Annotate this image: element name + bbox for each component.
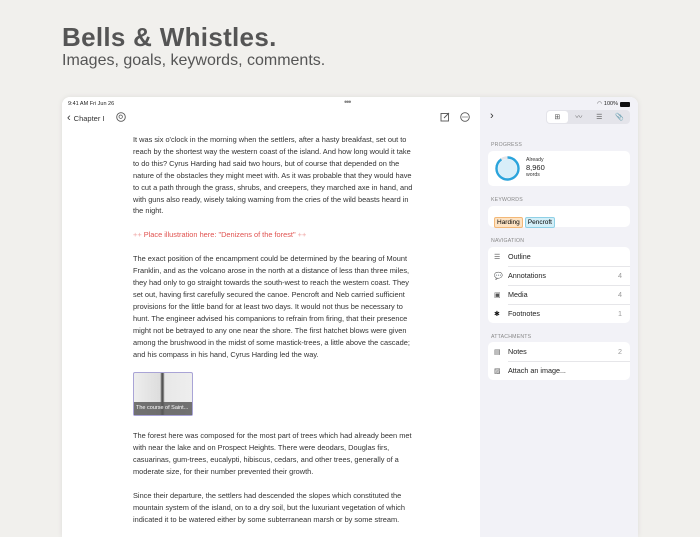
hero-subtitle: Images, goals, keywords, comments. <box>62 52 326 69</box>
attachments-card: ▤ Notes 2 ▨ Attach an image... <box>488 342 630 380</box>
search-icon[interactable] <box>116 112 126 122</box>
paragraph-2: The exact position of the encampment cou… <box>133 254 410 359</box>
chevron-right-icon: › <box>490 110 494 122</box>
paragraph-1: It was six o'clock in the morning when t… <box>133 135 413 216</box>
chevron-left-icon: ‹ <box>67 112 71 124</box>
wifi-icon: ◠ <box>597 101 602 107</box>
grid-icon: ⊞ <box>554 114 561 121</box>
hero-title: Bells & Whistles. <box>62 22 277 52</box>
attachment-notes[interactable]: ▤ Notes 2 <box>488 342 630 361</box>
compose-icon[interactable] <box>440 112 450 122</box>
battery-icon <box>620 101 630 107</box>
sidebar: ◠ 100% › ⊞ 〰 ☰ 📎 PROGRESS Already 8,960 … <box>480 97 638 537</box>
attach-image-button[interactable]: ▨ Attach an image... <box>488 361 630 380</box>
keyword-tag[interactable]: Harding <box>494 217 523 228</box>
media-icon: ▣ <box>494 291 501 299</box>
document-icon: ▤ <box>494 348 501 356</box>
paragraph-4: Since their departure, the settlers had … <box>133 491 405 524</box>
progress-header: PROGRESS <box>491 142 523 148</box>
editor-pane: 9:41 AM Fri Jun 26 ••• ‹ Chapter I It wa… <box>62 97 480 537</box>
sidebar-segmented-control: ⊞ 〰 ☰ 📎 <box>546 110 630 124</box>
keywords-header: KEYWORDS <box>491 197 523 203</box>
chart-icon: 〰 <box>575 114 583 121</box>
status-time: 9:41 AM Fri Jun 26 <box>68 101 115 107</box>
back-label: Chapter I <box>73 113 105 123</box>
paperclip-icon: 📎 <box>615 114 625 121</box>
multitasking-dots[interactable]: ••• <box>344 97 352 107</box>
navigation-header: NAVIGATION <box>491 238 525 244</box>
nav-item-footnotes[interactable]: ✱ Footnotes 1 <box>488 304 630 323</box>
image-icon: ▨ <box>494 367 501 375</box>
progress-unit: words <box>526 172 540 178</box>
list-icon: ☰ <box>596 114 603 121</box>
battery-percent: 100% <box>603 101 618 107</box>
collapse-sidebar-button[interactable]: › <box>490 110 494 122</box>
nav-item-annotations[interactable]: 💬 Annotations 4 <box>488 266 630 285</box>
ipad-window: 9:41 AM Fri Jun 26 ••• ‹ Chapter I It wa… <box>62 97 638 537</box>
keyword-tag[interactable]: Pencroft <box>524 217 555 228</box>
nav-item-media[interactable]: ▣ Media 4 <box>488 285 630 304</box>
tab-overview[interactable]: ⊞ <box>547 111 568 123</box>
progress-value: 8,960 <box>526 163 545 172</box>
asterisk-icon: ✱ <box>494 310 500 318</box>
tab-attachments[interactable]: 📎 <box>610 110 631 124</box>
back-button[interactable]: ‹ Chapter I <box>67 112 105 124</box>
tab-list[interactable]: ☰ <box>589 110 610 124</box>
attachments-header: ATTACHMENTS <box>491 334 532 340</box>
status-indicators: ◠ 100% <box>597 101 630 107</box>
paragraph-3: The forest here was composed for the mos… <box>133 431 412 477</box>
more-icon[interactable] <box>460 112 470 122</box>
image-caption: The course of Saint... <box>134 401 192 416</box>
comment-icon: 💬 <box>494 272 503 280</box>
list-icon: ☰ <box>494 253 501 261</box>
nav-item-outline[interactable]: ☰ Outline <box>488 247 630 266</box>
image-thumbnail[interactable]: The course of Saint... <box>133 372 193 417</box>
tab-statistics[interactable]: 〰 <box>569 110 590 124</box>
progress-ring <box>495 156 520 181</box>
keywords-card: Harding Pencroft <box>488 206 630 228</box>
progress-card[interactable]: Already 8,960 words <box>488 151 630 186</box>
navigation-card: ☰ Outline 💬 Annotations 4 ▣ Media 4 ✱ Footnote… <box>488 247 630 323</box>
document-text[interactable]: It was six o'clock in the morning when t… <box>133 134 423 537</box>
illustration-placeholder[interactable]: ++ Place illustration here: "Denizens of… <box>133 229 423 241</box>
